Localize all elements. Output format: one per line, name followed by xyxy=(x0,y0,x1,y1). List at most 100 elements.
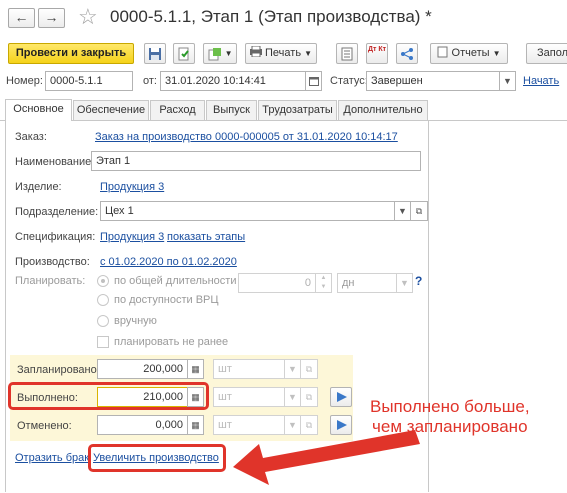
tab-supply[interactable]: Обеспечение xyxy=(73,100,149,120)
radio-total-duration[interactable] xyxy=(97,275,109,287)
save-button[interactable] xyxy=(144,43,166,64)
callout-line-1: Выполнено больше, xyxy=(370,397,530,416)
planned-unit-open[interactable]: ⧉ xyxy=(301,359,318,379)
create-based-on-button[interactable]: ▼ xyxy=(203,43,237,64)
cancelled-field[interactable]: 0,000 xyxy=(97,415,188,435)
chevron-down-icon: ▼ xyxy=(398,206,407,216)
stepper-down-icon: ▼ xyxy=(320,284,327,290)
help-icon[interactable]: ? xyxy=(415,274,422,288)
division-open-button[interactable]: ⧉ xyxy=(411,201,428,221)
radio-vrc[interactable] xyxy=(97,294,109,306)
back-button[interactable]: ← xyxy=(8,8,35,28)
status-dropdown-button[interactable]: ▼ xyxy=(499,71,516,91)
list-document-icon xyxy=(341,47,353,61)
start-link[interactable]: Начать xyxy=(523,75,559,87)
fill-button[interactable]: Запол xyxy=(526,43,567,64)
manual-label: вручную xyxy=(114,315,157,327)
arrow-right-icon: → xyxy=(44,9,59,25)
chevron-down-icon: ▼ xyxy=(304,49,313,58)
order-label: Заказ: xyxy=(15,131,47,143)
chevron-down-icon: ▼ xyxy=(492,49,501,58)
tab-labor[interactable]: Трудозатраты xyxy=(258,100,337,120)
radio-manual[interactable] xyxy=(97,315,109,327)
division-dropdown-button[interactable]: ▼ xyxy=(394,201,411,221)
plan-not-earlier-checkbox[interactable] xyxy=(97,336,109,348)
production-label: Производство: xyxy=(15,256,90,268)
report-icon xyxy=(437,46,448,58)
print-label: Печать xyxy=(265,47,302,59)
status-select[interactable]: Завершен xyxy=(366,71,500,91)
chevron-down-icon: ▼ xyxy=(288,392,297,402)
duration-unit-dropdown[interactable]: ▼ xyxy=(396,273,413,293)
create-based-icon xyxy=(208,48,221,61)
name-label: Наименование: xyxy=(15,156,95,168)
planned-field[interactable]: 200,000 xyxy=(97,359,188,379)
status-label: Статус: xyxy=(330,75,368,87)
dt-kt-button[interactable]: Дт Кт xyxy=(366,43,388,64)
tab-main[interactable]: Основное xyxy=(5,99,72,121)
post-close-button[interactable]: Провести и закрыть xyxy=(8,43,134,64)
open-window-icon: ⧉ xyxy=(305,364,313,374)
arrow-left-icon: ← xyxy=(14,9,29,25)
done-unit-open[interactable]: ⧉ xyxy=(301,387,318,407)
calculator-icon: ▦ xyxy=(191,420,200,430)
spec-link[interactable]: Продукция 3 xyxy=(100,231,164,243)
floppy-disk-icon xyxy=(149,48,161,60)
reports-label: Отчеты xyxy=(451,47,490,59)
star-icon[interactable]: ☆ xyxy=(78,4,98,30)
order-link[interactable]: Заказ на производство 0000-000005 от 31.… xyxy=(95,131,398,143)
done-unit-field[interactable]: шт xyxy=(213,387,285,407)
done-calc-button[interactable]: ▦ xyxy=(187,387,204,407)
vrc-label: по доступности ВРЦ xyxy=(114,294,219,306)
planned-label: Запланировано: xyxy=(17,364,100,376)
planned-calc-button[interactable]: ▦ xyxy=(187,359,204,379)
duration-field[interactable]: 0 xyxy=(238,273,316,293)
forward-button[interactable]: → xyxy=(38,8,65,28)
duration-unit-select[interactable]: дн xyxy=(337,273,397,293)
related-documents-button[interactable] xyxy=(396,43,418,64)
open-window-icon: ⧉ xyxy=(305,392,313,402)
calendar-button[interactable] xyxy=(305,71,322,91)
number-field[interactable]: 0000-5.1.1 xyxy=(45,71,133,91)
open-window-icon: ⧉ xyxy=(415,206,423,216)
planned-unit-field[interactable]: шт xyxy=(213,359,285,379)
document-post-icon xyxy=(178,47,189,61)
tab-output[interactable]: Выпуск xyxy=(206,100,257,120)
done-field[interactable]: 210,000 xyxy=(97,387,188,407)
name-field[interactable]: Этап 1 xyxy=(91,151,421,171)
dt-kt-icon: Дт Кт xyxy=(367,46,387,53)
tab-consumption[interactable]: Расход xyxy=(150,100,205,120)
show-stages-link[interactable]: показать этапы xyxy=(167,231,245,243)
done-unit-dropdown[interactable]: ▼ xyxy=(284,387,301,407)
duration-stepper[interactable]: ▲ ▼ xyxy=(315,273,332,293)
calculator-icon: ▦ xyxy=(191,392,200,402)
defect-link[interactable]: Отразить брак xyxy=(15,452,89,464)
spec-label: Спецификация: xyxy=(15,231,96,243)
number-label: Номер: xyxy=(6,75,43,87)
reports-button[interactable]: Отчеты ▼ xyxy=(430,43,508,64)
callout-arrow-icon xyxy=(233,430,420,485)
window-title: 0000-5.1.1, Этап 1 (Этап производства) * xyxy=(110,7,432,26)
division-label: Подразделение: xyxy=(15,206,99,218)
post-button[interactable] xyxy=(173,43,195,64)
plan-label: Планировать: xyxy=(15,275,86,287)
date-field[interactable]: 31.01.2020 10:14:41 xyxy=(160,71,306,91)
plan-not-earlier-label: планировать не ранее xyxy=(114,336,229,348)
division-field[interactable]: Цех 1 xyxy=(100,201,395,221)
done-transfer-button[interactable] xyxy=(330,387,352,407)
structure-button[interactable] xyxy=(336,43,358,64)
chevron-down-icon: ▼ xyxy=(503,76,512,86)
product-link[interactable]: Продукция 3 xyxy=(100,181,164,193)
print-button[interactable]: Печать ▼ xyxy=(245,43,317,64)
calculator-icon: ▦ xyxy=(191,364,200,374)
planned-unit-dropdown[interactable]: ▼ xyxy=(284,359,301,379)
stepper-up-icon: ▲ xyxy=(320,275,327,281)
done-label: Выполнено: xyxy=(17,392,78,404)
increase-production-link[interactable]: Увеличить производство xyxy=(93,452,219,464)
tab-additional[interactable]: Дополнительно xyxy=(338,100,428,120)
product-label: Изделие: xyxy=(15,181,62,193)
chevron-down-icon: ▼ xyxy=(224,49,233,58)
cancelled-calc-button[interactable]: ▦ xyxy=(187,415,204,435)
production-link[interactable]: с 01.02.2020 по 01.02.2020 xyxy=(100,256,237,268)
chevron-down-icon: ▼ xyxy=(288,364,297,374)
